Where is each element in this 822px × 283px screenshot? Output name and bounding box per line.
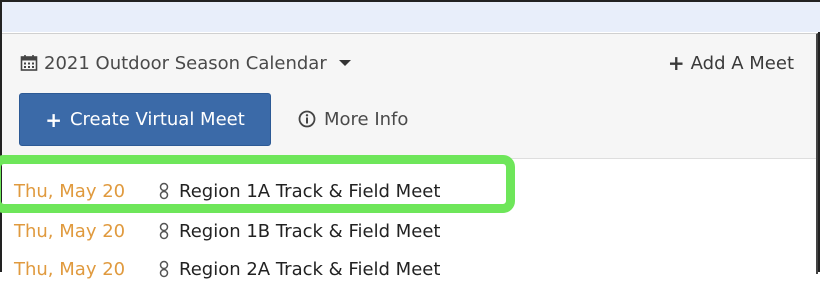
calendar-card: 2021 Outdoor Season Calendar + Add A Mee… [2, 33, 818, 280]
plus-icon: + [667, 51, 685, 75]
meet-name[interactable]: Region 2A Track & Field Meet [179, 259, 440, 280]
meet-date: Thu, May 20 [14, 180, 126, 202]
info-circle-icon [298, 110, 316, 128]
more-info-link[interactable]: More Info [298, 106, 408, 132]
add-meet-link[interactable]: + Add A Meet [668, 50, 794, 76]
link-icon [157, 222, 171, 240]
meet-name[interactable]: Region 1B Track & Field Meet [179, 221, 440, 242]
link-icon [157, 260, 171, 278]
link-icon [157, 182, 171, 200]
list-item[interactable]: Thu, May 20 Region 1A Track & Field Meet [14, 178, 440, 204]
season-calendar-dropdown[interactable]: 2021 Outdoor Season Calendar [20, 50, 351, 76]
list-item[interactable]: Thu, May 20 Region 2A Track & Field Meet [14, 256, 440, 282]
create-virtual-meet-button[interactable]: + Create Virtual Meet [19, 93, 271, 146]
calendar-icon [20, 54, 38, 72]
more-info-label: More Info [324, 108, 409, 130]
top-bar [2, 2, 820, 32]
season-calendar-label: 2021 Outdoor Season Calendar [44, 52, 327, 74]
meet-date: Thu, May 20 [14, 220, 126, 242]
create-virtual-meet-label: Create Virtual Meet [69, 109, 245, 130]
add-meet-label: Add A Meet [690, 52, 794, 74]
card-header: 2021 Outdoor Season Calendar + Add A Mee… [2, 34, 816, 159]
list-item[interactable]: Thu, May 20 Region 1B Track & Field Meet [14, 218, 440, 244]
meet-date: Thu, May 20 [14, 258, 126, 280]
meet-name[interactable]: Region 1A Track & Field Meet [179, 181, 440, 202]
caret-down-icon [338, 60, 351, 66]
plus-icon: + [45, 107, 62, 132]
